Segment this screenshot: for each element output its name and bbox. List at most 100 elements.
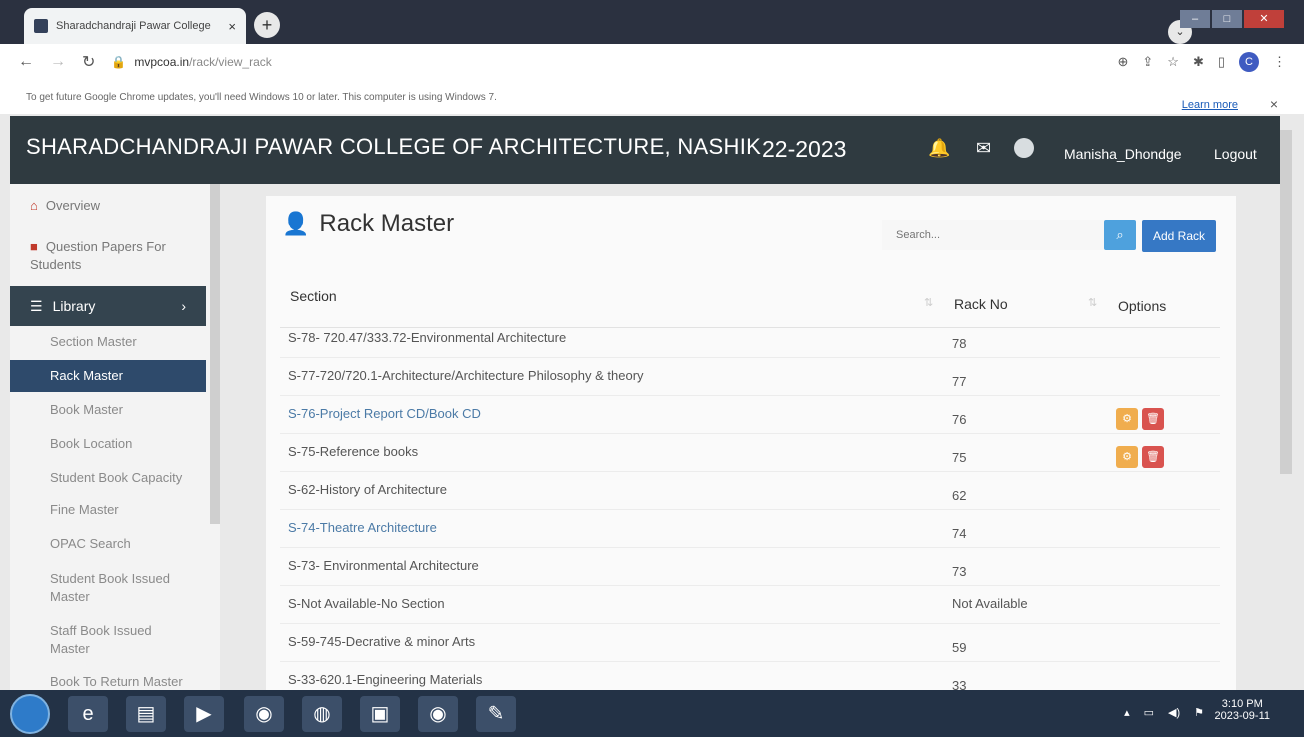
gear-icon: ⚙ xyxy=(1122,413,1132,425)
add-rack-button[interactable]: Add Rack xyxy=(1142,220,1216,252)
search-icon: ⌕ xyxy=(1116,227,1124,242)
table-row: S-Not Available-No Section Not Available xyxy=(280,586,1220,624)
sidebar-subitem-section-master[interactable]: Section Master xyxy=(10,334,206,349)
back-icon[interactable]: ← xyxy=(18,53,34,71)
sort-icon[interactable]: ⇅ xyxy=(1088,296,1097,309)
sidebar-subitem-book-location[interactable]: Book Location xyxy=(10,436,206,451)
sidebar-item-overview[interactable]: ⌂ Overview xyxy=(10,198,206,213)
start-button[interactable] xyxy=(10,694,50,734)
sidebar-subitem-book-to-return[interactable]: Book To Return Master xyxy=(10,674,206,689)
menu-icon[interactable]: ⋮ xyxy=(1273,54,1286,70)
bookmark-star-icon[interactable]: ☆ xyxy=(1167,54,1179,70)
table-row: S-74-Theatre Architecture 74 xyxy=(280,510,1220,548)
delete-button[interactable]: 🗑 xyxy=(1142,446,1164,468)
lock-icon: 🔒 xyxy=(111,55,127,69)
sidebar-subitem-book-master[interactable]: Book Master xyxy=(10,402,206,417)
sidebar-subitem-student-book-issued[interactable]: Student Book Issued Master xyxy=(10,570,180,606)
sidebar-item-label: Question Papers For Students xyxy=(30,239,166,272)
sidebar-subitem-staff-book-issued[interactable]: Staff Book Issued Master xyxy=(10,622,160,658)
minimize-button[interactable]: – xyxy=(1180,10,1210,28)
home-icon: ⌂ xyxy=(30,198,38,213)
sort-icon[interactable]: ⇅ xyxy=(924,296,933,309)
sidebar-subitem-fine-master[interactable]: Fine Master xyxy=(10,502,206,517)
profile-avatar[interactable]: C xyxy=(1239,52,1259,72)
share-icon[interactable]: ⇪ xyxy=(1142,54,1153,70)
edit-button[interactable]: ⚙ xyxy=(1116,408,1138,430)
network-icon[interactable]: ▭ xyxy=(1144,706,1154,719)
new-tab-button[interactable]: + xyxy=(254,12,280,38)
column-header-rack-no[interactable]: Rack No xyxy=(954,296,1008,312)
cell-section: S-62-History of Architecture xyxy=(288,482,447,497)
username[interactable]: Manisha_Dhondge xyxy=(1064,146,1182,162)
list-icon: ☰ xyxy=(30,298,43,314)
sidebar-scrollbar[interactable] xyxy=(210,184,220,524)
mail-icon[interactable]: ✉ xyxy=(976,138,991,159)
flag-icon[interactable]: ⚑ xyxy=(1194,706,1204,719)
page-scrollbar[interactable] xyxy=(1280,130,1292,474)
clock-date: 2023-09-11 xyxy=(1214,710,1270,722)
user-avatar[interactable] xyxy=(1014,138,1034,158)
delete-button[interactable]: 🗑 xyxy=(1142,408,1164,430)
media-player-icon[interactable]: ▶ xyxy=(184,696,224,732)
cell-rack-no: Not Available xyxy=(952,596,1028,611)
maximize-button[interactable]: □ xyxy=(1212,10,1242,28)
file-explorer-icon[interactable]: ▤ xyxy=(126,696,166,732)
college-name: SHARADCHANDRAJI PAWAR COLLEGE OF ARCHITE… xyxy=(26,134,762,159)
clock[interactable]: 3:10 PM 2023-09-11 xyxy=(1215,698,1270,722)
url-path: /rack/view_rack xyxy=(189,55,272,69)
sidebar-subitem-rack-master[interactable]: Rack Master xyxy=(10,360,206,392)
volume-icon[interactable]: ◀) xyxy=(1168,706,1180,719)
bell-icon[interactable]: 🔔 xyxy=(928,138,950,159)
cell-section: S-33-620.1-Engineering Materials xyxy=(288,672,483,687)
edit-button[interactable]: ⚙ xyxy=(1116,446,1138,468)
firefox-icon[interactable]: ◍ xyxy=(302,696,342,732)
paint-icon[interactable]: ✎ xyxy=(476,696,516,732)
address-bar[interactable]: 🔒 mvpcoa.in/rack/view_rack xyxy=(111,55,271,69)
cell-section: S-74-Theatre Architecture xyxy=(288,520,437,535)
show-hidden-icon[interactable]: ▴ xyxy=(1124,706,1130,719)
cell-section: S-78- 720.47/333.72-Environmental Archit… xyxy=(288,330,567,345)
url-domain: mvpcoa.in xyxy=(134,55,190,69)
favicon-icon xyxy=(34,19,48,33)
side-panel-icon[interactable]: ▯ xyxy=(1218,54,1225,70)
tab-close-button[interactable]: × xyxy=(228,19,236,34)
update-infobar: To get future Google Chrome updates, you… xyxy=(0,80,1304,114)
internet-explorer-icon[interactable]: e xyxy=(68,696,108,732)
search-button[interactable]: ⌕ xyxy=(1104,220,1136,250)
sidebar-subitem-opac-search[interactable]: OPAC Search xyxy=(10,536,206,551)
chrome-active-icon[interactable]: ◉ xyxy=(418,696,458,732)
infobar-close-button[interactable]: × xyxy=(1270,96,1278,112)
reload-icon[interactable]: ↻ xyxy=(82,52,95,72)
window-close-button[interactable]: ✕ xyxy=(1244,10,1284,28)
cell-rack-no: 76 xyxy=(952,412,967,427)
forward-icon[interactable]: → xyxy=(50,53,66,71)
search-input[interactable] xyxy=(882,220,1104,250)
browser-tab-bar: Sharadchandraji Pawar College × + ⌄ – □ … xyxy=(0,0,1304,44)
learn-more-link[interactable]: Learn more xyxy=(1182,99,1238,111)
cell-rack-no: 78 xyxy=(952,336,967,351)
cell-rack-no: 73 xyxy=(952,564,967,579)
chrome-icon[interactable]: ◉ xyxy=(244,696,284,732)
table-row: S-78- 720.47/333.72-Environmental Archit… xyxy=(280,320,1220,358)
clock-time: 3:10 PM xyxy=(1221,698,1263,710)
app-icon[interactable]: ▣ xyxy=(360,696,400,732)
windows-taskbar: e ▤ ▶ ◉ ◍ ▣ ◉ ✎ ▴ ▭ ◀) ⚑ 3:10 PM 2023-09… xyxy=(0,690,1304,737)
browser-toolbar: ← → ↻ 🔒 mvpcoa.in/rack/view_rack ⊕ ⇪ ☆ ✱… xyxy=(0,44,1304,80)
chevron-right-icon: › xyxy=(181,298,186,314)
trash-icon: 🗑 xyxy=(1146,451,1160,463)
sidebar-subitem-student-book-capacity[interactable]: Student Book Capacity xyxy=(10,470,206,485)
column-header-section[interactable]: Section xyxy=(290,288,337,304)
sidebar-item-question-papers[interactable]: ■ Question Papers For Students xyxy=(10,238,206,274)
column-header-options: Options xyxy=(1118,298,1167,314)
sidebar-item-library[interactable]: ☰ Library › xyxy=(10,286,206,326)
cell-section: S-75-Reference books xyxy=(288,444,419,459)
row-options: ⚙ 🗑 xyxy=(1116,408,1164,430)
cell-rack-no: 59 xyxy=(952,640,967,655)
browser-tab[interactable]: Sharadchandraji Pawar College × xyxy=(24,8,246,44)
tab-title: Sharadchandraji Pawar College xyxy=(56,20,211,32)
table-row: S-73- Environmental Architecture 73 xyxy=(280,548,1220,586)
extensions-icon[interactable]: ✱ xyxy=(1193,54,1204,70)
zoom-icon[interactable]: ⊕ xyxy=(1117,54,1128,70)
logout-link[interactable]: Logout xyxy=(1214,146,1257,162)
cell-section: S-76-Project Report CD/Book CD xyxy=(288,406,481,421)
